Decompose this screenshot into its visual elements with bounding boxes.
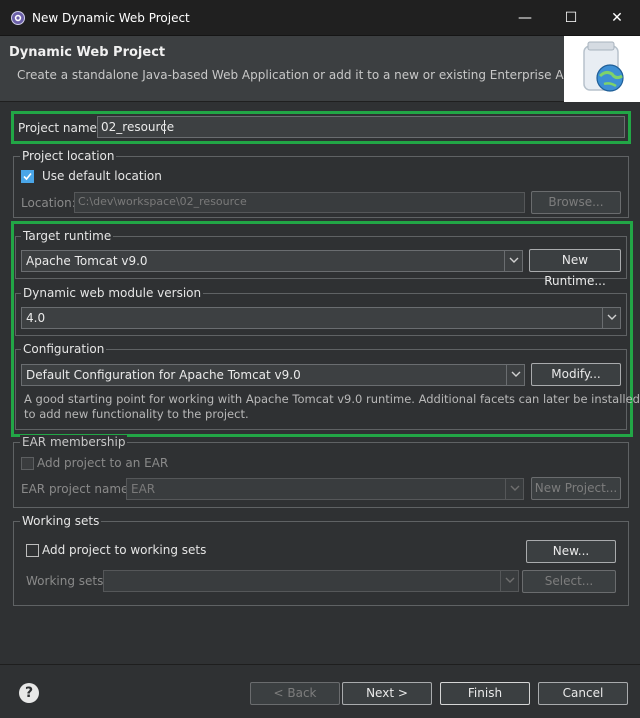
add-to-working-sets-checkbox[interactable] — [26, 544, 39, 557]
minimize-icon: — — [518, 10, 532, 26]
new-runtime-button[interactable]: New Runtime... — [529, 249, 621, 288]
new-working-set-button[interactable]: New... — [526, 540, 616, 563]
cancel-button[interactable]: Cancel — [538, 682, 628, 705]
project-name-input[interactable]: 02_resource — [97, 116, 625, 138]
browse-button[interactable]: Browse... — [531, 191, 621, 214]
ear-project-name-label: EAR project name: — [21, 482, 133, 496]
finish-button[interactable]: Finish — [440, 682, 530, 705]
page-description: Create a standalone Java-based Web Appli… — [17, 68, 627, 82]
close-icon: ✕ — [611, 10, 623, 26]
ear-project-name-select[interactable]: EAR — [126, 478, 524, 500]
configuration-description-line2: to add new functionality to the project. — [24, 407, 249, 421]
chevron-down-icon — [505, 479, 523, 499]
next-button[interactable]: Next > — [342, 682, 432, 705]
module-version-value: 4.0 — [26, 311, 46, 325]
configuration-value: Default Configuration for Apache Tomcat … — [26, 368, 301, 382]
close-button[interactable]: ✕ — [594, 0, 640, 36]
configuration-legend: Configuration — [21, 342, 107, 356]
title-bar: New Dynamic Web Project — ☐ ✕ — [0, 0, 640, 36]
checkmark-icon — [23, 172, 32, 181]
add-to-ear-label: Add project to an EAR — [37, 456, 169, 470]
minimize-button[interactable]: — — [502, 0, 548, 36]
add-to-working-sets-label: Add project to working sets — [42, 543, 207, 557]
wizard-header: Dynamic Web Project Create a standalone … — [0, 36, 640, 102]
module-version-select[interactable]: 4.0 — [21, 307, 621, 329]
location-value: C:\dev\workspace\02_resource — [78, 195, 247, 208]
location-label: Location: — [21, 196, 76, 210]
chevron-down-icon — [504, 251, 522, 271]
maximize-icon: ☐ — [564, 10, 578, 26]
module-version-legend: Dynamic web module version — [21, 286, 204, 300]
configuration-description-line1: A good starting point for working with A… — [24, 392, 640, 406]
footer-separator — [0, 664, 640, 665]
text-cursor — [164, 120, 165, 134]
maximize-button[interactable]: ☐ — [548, 0, 594, 36]
new-ear-project-button[interactable]: New Project... — [531, 477, 621, 500]
working-sets-label: Working sets: — [26, 574, 108, 588]
window-title: New Dynamic Web Project — [32, 11, 190, 25]
chevron-down-icon — [500, 571, 518, 591]
web-project-banner-icon — [564, 36, 640, 102]
ear-project-name-value: EAR — [131, 482, 156, 496]
working-sets-legend: Working sets — [20, 514, 102, 528]
target-runtime-value: Apache Tomcat v9.0 — [26, 254, 148, 268]
chevron-down-icon — [602, 308, 620, 328]
project-name-label: Project name: — [18, 121, 101, 135]
target-runtime-legend: Target runtime — [21, 229, 114, 243]
use-default-location-label: Use default location — [42, 169, 162, 183]
chevron-down-icon — [506, 365, 524, 385]
location-input[interactable]: C:\dev\workspace\02_resource — [74, 192, 525, 213]
ear-membership-legend: EAR membership — [20, 435, 128, 449]
working-sets-select[interactable] — [103, 570, 519, 592]
use-default-location-checkbox[interactable] — [21, 170, 34, 183]
add-to-ear-checkbox[interactable] — [21, 457, 34, 470]
configuration-select[interactable]: Default Configuration for Apache Tomcat … — [21, 364, 525, 386]
page-title: Dynamic Web Project — [9, 45, 166, 60]
project-location-legend: Project location — [20, 149, 117, 163]
modify-button[interactable]: Modify... — [531, 363, 621, 386]
help-icon[interactable]: ? — [19, 683, 39, 703]
eclipse-app-icon — [10, 10, 26, 26]
select-working-sets-button[interactable]: Select... — [522, 570, 616, 593]
back-button[interactable]: < Back — [250, 682, 340, 705]
target-runtime-select[interactable]: Apache Tomcat v9.0 — [21, 250, 523, 272]
working-sets-group — [13, 521, 629, 606]
